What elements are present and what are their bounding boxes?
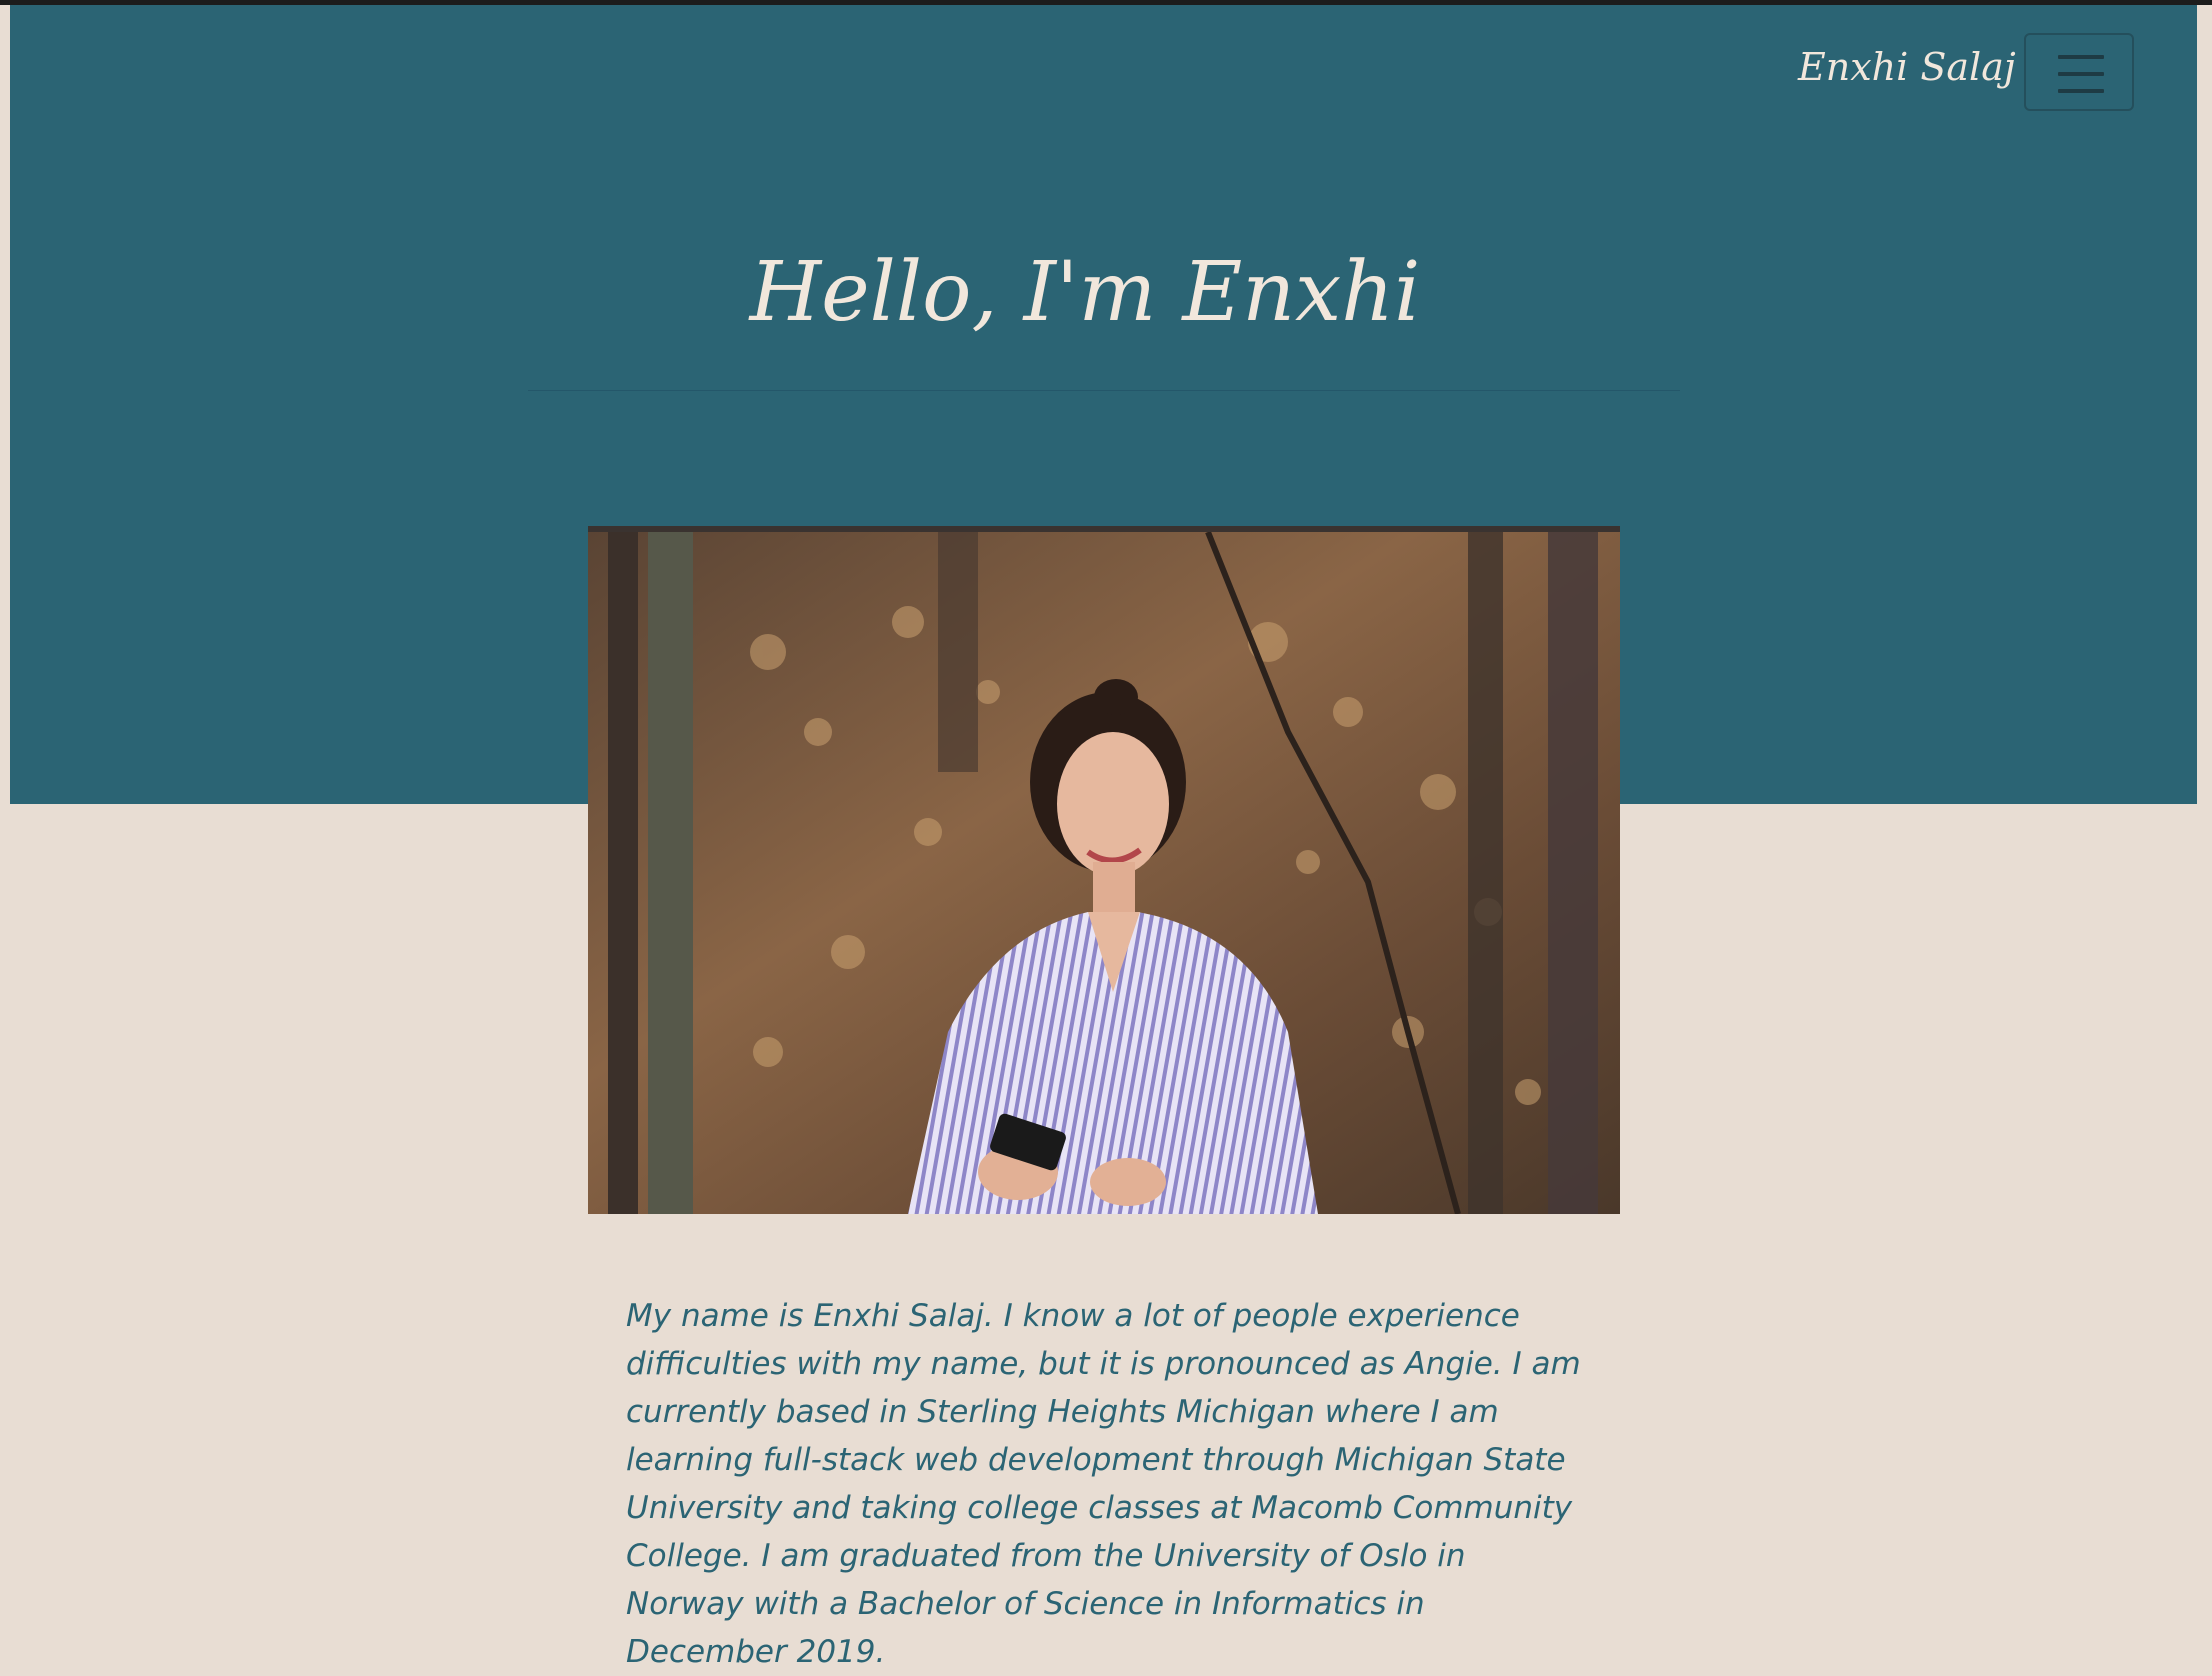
bio-paragraph: My name is Enxhi Salaj. I know a lot of … (626, 1298, 1581, 1670)
profile-photo (588, 526, 1620, 1214)
hamburger-bar (2058, 55, 2104, 59)
profile-photo-illustration (588, 532, 1620, 1214)
navbar-brand[interactable]: Enxhi Salaj (1798, 45, 2016, 89)
page-title: Hello, I'm Enxhi (749, 245, 1421, 340)
title-divider (528, 390, 1680, 391)
hamburger-bar (2058, 89, 2104, 93)
navbar-toggle-button[interactable] (2024, 33, 2134, 111)
hamburger-bar (2058, 72, 2104, 76)
hamburger-menu-icon (2058, 55, 2104, 93)
